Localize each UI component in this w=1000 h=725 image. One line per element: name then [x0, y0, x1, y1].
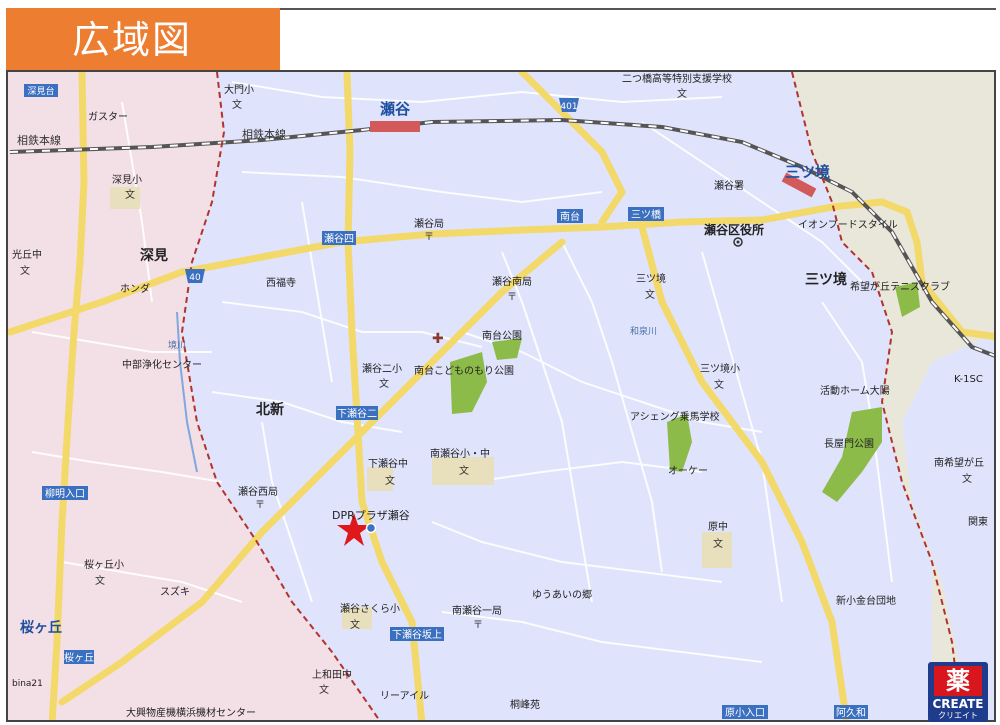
svg-text:南台: 南台 — [560, 210, 580, 223]
svg-text:文: 文 — [125, 188, 135, 201]
logo-wordmark: CREATE — [932, 697, 984, 711]
svg-text:文: 文 — [379, 377, 389, 390]
svg-text:南台こどものもり公園: 南台こどものもり公園 — [414, 364, 514, 377]
svg-text:南希望が丘: 南希望が丘 — [934, 456, 984, 469]
svg-text:文: 文 — [713, 537, 723, 550]
svg-text:イオンフードスタイル: イオンフードスタイル — [798, 219, 898, 231]
svg-text:原中: 原中 — [708, 520, 728, 533]
svg-text:北新: 北新 — [256, 401, 284, 418]
svg-text:原小入口: 原小入口 — [725, 707, 765, 719]
svg-text:桐峰苑: 桐峰苑 — [510, 698, 540, 711]
svg-text:南瀬谷小・中: 南瀬谷小・中 — [430, 447, 490, 460]
svg-text:ゆうあいの郷: ゆうあいの郷 — [532, 589, 592, 601]
svg-text:文: 文 — [714, 378, 724, 391]
svg-text:文: 文 — [459, 464, 469, 477]
svg-text:オーケー: オーケー — [668, 465, 708, 477]
svg-text:阿久和: 阿久和 — [836, 707, 866, 719]
fukamidai-label: 深見台 — [27, 85, 54, 97]
svg-text:文: 文 — [232, 98, 242, 111]
svg-text:中部浄化センター: 中部浄化センター — [122, 358, 202, 371]
svg-text:文: 文 — [385, 474, 395, 487]
svg-text:深見小: 深見小 — [112, 174, 142, 186]
svg-text:桜ヶ丘小: 桜ヶ丘小 — [84, 558, 124, 571]
svg-text:大門小: 大門小 — [224, 83, 254, 96]
svg-text:二つ橋高等特別支援学校: 二つ橋高等特別支援学校 — [622, 72, 732, 85]
svg-text:スズキ: スズキ — [160, 585, 190, 598]
svg-text:瀬谷南局: 瀬谷南局 — [492, 275, 532, 288]
svg-text:希望が丘テニスクラブ: 希望が丘テニスクラブ — [850, 280, 950, 293]
logo-kanji: 薬 — [934, 666, 982, 696]
seya-station-label: 瀬谷 — [380, 100, 411, 118]
svg-text:文: 文 — [95, 574, 105, 587]
svg-text:リーアイル: リーアイル — [380, 691, 429, 702]
page-title: 広域図 — [6, 8, 280, 72]
svg-text:文: 文 — [319, 683, 329, 696]
svg-text:関東: 関東 — [968, 515, 988, 528]
svg-text:文: 文 — [645, 288, 655, 301]
svg-text:文: 文 — [962, 472, 972, 485]
svg-text:西福寺: 西福寺 — [266, 276, 296, 289]
seya-station-platform — [370, 121, 420, 132]
svg-text:光丘中: 光丘中 — [12, 248, 42, 261]
svg-text:アシェング乗馬学校: アシェング乗馬学校 — [630, 410, 720, 423]
svg-text:境川: 境川 — [168, 339, 186, 351]
svg-text:ガスター: ガスター — [88, 111, 128, 123]
svg-text:文: 文 — [350, 618, 360, 631]
svg-text:新小金台団地: 新小金台団地 — [836, 594, 896, 607]
svg-text:三ツ境: 三ツ境 — [805, 271, 847, 288]
svg-text:南瀬谷一局: 南瀬谷一局 — [452, 604, 502, 617]
svg-text:ホンダ: ホンダ — [120, 282, 150, 295]
svg-text:大興物産機横浜機材センター: 大興物産機横浜機材センター — [126, 706, 256, 719]
hospital-icon: ✚ — [432, 331, 444, 347]
ward-office-label: 瀬谷区役所 — [703, 222, 764, 237]
mitsukyo-station-label: 三ツ境 — [785, 163, 830, 181]
svg-text:文: 文 — [677, 87, 687, 100]
svg-text:〒: 〒 — [424, 232, 434, 243]
map-canvas[interactable]: ✚ 401 40 瀬谷四 下瀬谷二 下瀬谷坂上 南台 三ツ橋 柳明入口 桜ヶ丘 … — [8, 72, 996, 722]
svg-text:401: 401 — [560, 102, 577, 112]
svg-text:三ツ境小: 三ツ境小 — [700, 362, 740, 375]
railway-label-center: 相鉄本線 — [242, 127, 286, 141]
svg-text:瀬谷さくら小: 瀬谷さくら小 — [340, 603, 400, 615]
svg-text:瀬谷局: 瀬谷局 — [414, 218, 444, 230]
svg-text:三ツ橋: 三ツ橋 — [631, 208, 661, 221]
svg-text:〒: 〒 — [507, 292, 517, 303]
svg-text:南台公園: 南台公園 — [482, 329, 522, 342]
svg-text:長屋門公園: 長屋門公園 — [824, 438, 874, 450]
svg-text:40: 40 — [189, 273, 201, 283]
svg-text:和泉川: 和泉川 — [630, 325, 657, 337]
area-map[interactable]: ✚ 401 40 瀬谷四 下瀬谷二 下瀬谷坂上 南台 三ツ橋 柳明入口 桜ヶ丘 … — [6, 70, 996, 722]
logo-subtext: クリエイト — [938, 711, 978, 720]
target-facility-label: DPRプラザ瀬谷 — [332, 508, 410, 522]
svg-text:深見: 深見 — [140, 247, 168, 264]
svg-text:桜ヶ丘: 桜ヶ丘 — [64, 651, 94, 664]
railway-label-west: 相鉄本線 — [17, 133, 61, 147]
svg-text:下瀬谷中: 下瀬谷中 — [368, 457, 408, 470]
svg-text:瀬谷二小: 瀬谷二小 — [362, 363, 402, 375]
svg-text:K-1SC: K-1SC — [954, 374, 983, 385]
svg-text:柳明入口: 柳明入口 — [45, 487, 85, 500]
svg-text:bina21: bina21 — [12, 679, 43, 689]
sakuragaoka-station-label: 桜ヶ丘 — [20, 619, 62, 636]
svg-text:瀬谷西局: 瀬谷西局 — [238, 486, 278, 498]
svg-text:三ツ境: 三ツ境 — [636, 272, 666, 285]
svg-text:瀬谷署: 瀬谷署 — [714, 180, 744, 192]
svg-text:下瀬谷二: 下瀬谷二 — [337, 408, 377, 420]
svg-text:下瀬谷坂上: 下瀬谷坂上 — [392, 629, 442, 641]
svg-text:瀬谷四: 瀬谷四 — [324, 233, 354, 245]
create-logo: 薬 CREATE クリエイト — [928, 662, 988, 722]
svg-text:〒: 〒 — [473, 620, 483, 631]
svg-text:〒: 〒 — [255, 500, 265, 511]
svg-text:文: 文 — [20, 264, 30, 277]
svg-text:活動ホーム大陽: 活動ホーム大陽 — [820, 384, 890, 397]
plaza-pin-icon — [365, 522, 377, 534]
top-rule — [280, 8, 996, 10]
svg-text:上和田中: 上和田中 — [312, 668, 352, 681]
